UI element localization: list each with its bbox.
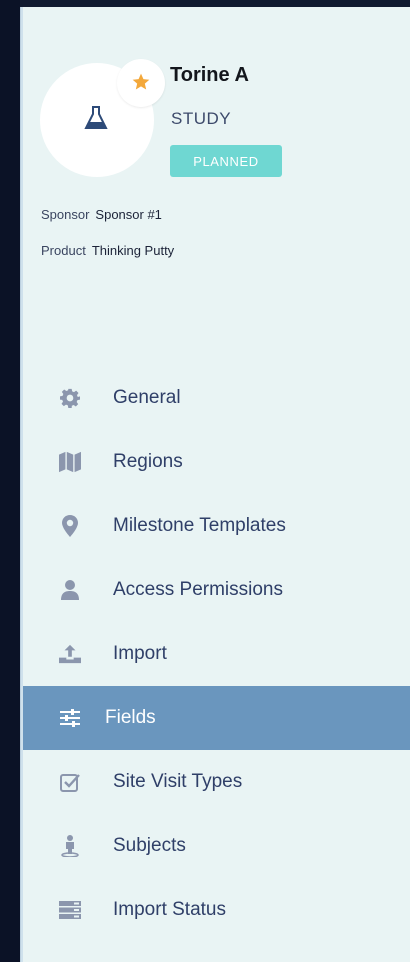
favorite-button[interactable] — [117, 59, 165, 107]
nav-item-fields[interactable]: Fields — [23, 686, 410, 750]
nav-item-label: Fields — [105, 707, 156, 728]
window-top-edge — [20, 0, 410, 7]
product-row: Product Thinking Putty — [41, 243, 174, 258]
person-pin-icon — [59, 835, 81, 857]
map-pin-icon — [59, 515, 81, 537]
nav-item-label: Import — [113, 643, 167, 664]
nav-item-label: Import Status — [113, 899, 226, 920]
nav-item-regions[interactable]: Regions — [23, 430, 410, 494]
study-name: Torine A — [170, 64, 249, 86]
upload-icon — [59, 643, 81, 665]
window-edge — [0, 0, 21, 962]
nav-item-label: Site Visit Types — [113, 771, 243, 792]
app-frame: Torine A STUDY PLANNED Sponsor Sponsor #1… — [0, 0, 410, 962]
nav-item-label: Subjects — [113, 835, 186, 856]
nav-item-access-permissions[interactable]: Access Permissions — [23, 558, 410, 622]
nav-item-label: Regions — [113, 451, 183, 472]
nav-item-import[interactable]: Import — [23, 622, 410, 686]
map-icon — [59, 451, 81, 473]
checkbox-icon — [59, 771, 81, 793]
nav-item-general[interactable]: General — [23, 366, 410, 430]
status-badge: PLANNED — [170, 145, 282, 177]
user-icon — [59, 579, 81, 601]
sponsor-value: Sponsor #1 — [95, 207, 162, 222]
product-label: Product — [41, 243, 86, 258]
study-type: STUDY — [171, 109, 232, 128]
sponsor-label: Sponsor — [41, 207, 90, 222]
nav-item-label: Access Permissions — [113, 579, 283, 600]
flask-icon — [84, 106, 108, 129]
nav-item-import-status[interactable]: Import Status — [23, 878, 410, 942]
nav-item-milestone-templates[interactable]: Milestone Templates — [23, 494, 410, 558]
server-icon — [59, 899, 81, 921]
sliders-icon — [59, 707, 81, 729]
nav-item-site-visit-types[interactable]: Site Visit Types — [23, 750, 410, 814]
star-icon — [132, 73, 150, 90]
nav-item-label: Milestone Templates — [113, 515, 286, 536]
product-value: Thinking Putty — [91, 243, 175, 258]
gear-icon — [59, 387, 81, 409]
settings-nav: General Regions Milestone Templates Acce… — [23, 366, 410, 942]
nav-item-label: General — [113, 387, 181, 408]
sponsor-row: Sponsor Sponsor #1 — [41, 207, 162, 222]
nav-item-subjects[interactable]: Subjects — [23, 814, 410, 878]
